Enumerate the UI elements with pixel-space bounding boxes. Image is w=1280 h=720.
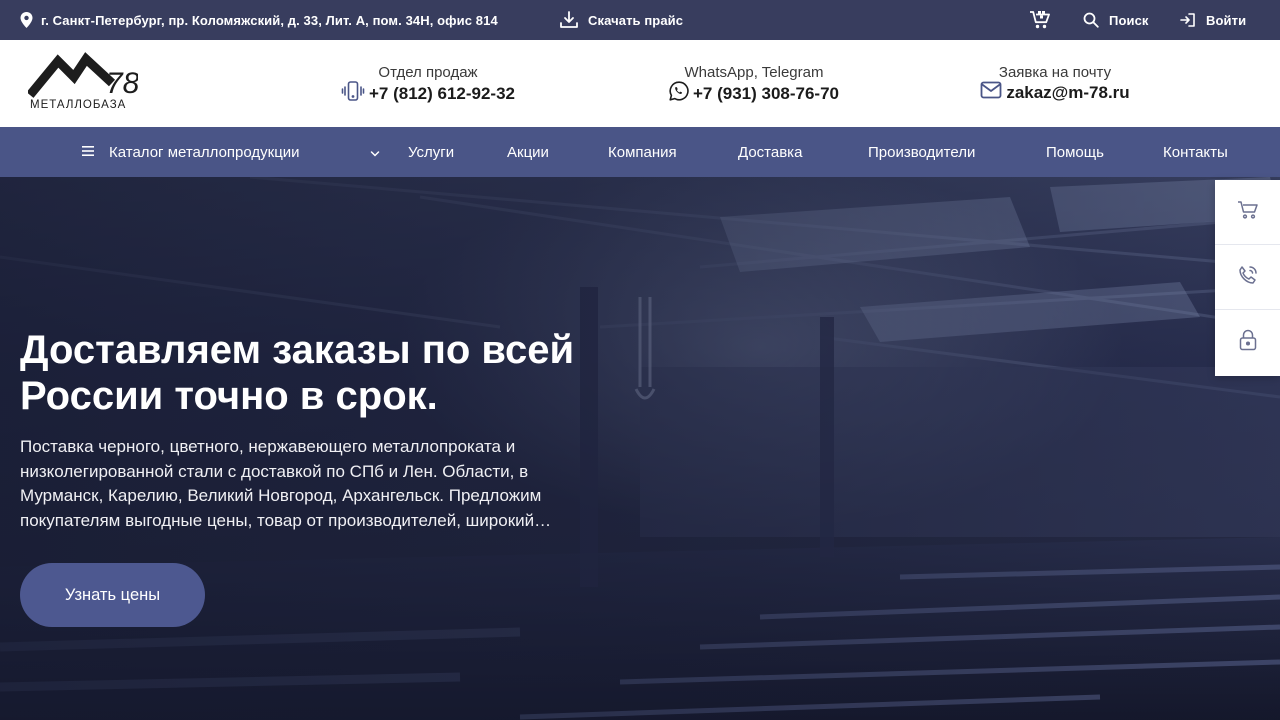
nav-item-manufacturers[interactable]: Производители: [868, 127, 975, 177]
hero-banner: Доставляем заказы по всей России точно в…: [0, 177, 1280, 720]
top-bar: г. Санкт-Петербург, пр. Коломяжский, д. …: [0, 0, 1280, 40]
login-link[interactable]: Войти: [1180, 0, 1246, 40]
side-panel: [1215, 180, 1280, 376]
hero-title: Доставляем заказы по всей России точно в…: [20, 328, 575, 418]
logo-mark: 78: [26, 52, 140, 100]
messengers-label: WhatsApp, Telegram: [684, 64, 824, 81]
nav-item-contacts[interactable]: Контакты: [1163, 127, 1228, 177]
nav-catalog[interactable]: Каталог металлопродукции: [82, 127, 380, 177]
logo-text: МЕТАЛЛОБАЗА: [30, 99, 127, 111]
whatsapp-icon: [669, 81, 689, 107]
header: 78 МЕТАЛЛОБАЗА Отдел продаж +7 (812) 612…: [0, 40, 1280, 127]
email-address[interactable]: zakaz@m-78.ru: [1006, 82, 1129, 104]
nav-item-promotions[interactable]: Акции: [507, 127, 549, 177]
download-icon: [560, 11, 588, 29]
login-icon: [1180, 12, 1206, 28]
side-cart-button[interactable]: [1215, 180, 1280, 245]
menu-icon: [82, 144, 96, 161]
nav-item-help[interactable]: Помощь: [1046, 127, 1104, 177]
cart-icon: [1237, 200, 1259, 225]
email-label: Заявка на почту: [998, 64, 1112, 81]
login-label: Войти: [1206, 12, 1247, 28]
search-label: Поиск: [1109, 12, 1149, 28]
envelope-icon: [980, 81, 1002, 105]
nav-item-company[interactable]: Компания: [608, 127, 677, 177]
nav-catalog-label: Каталог металлопродукции: [109, 143, 300, 161]
address: г. Санкт-Петербург, пр. Коломяжский, д. …: [20, 0, 498, 40]
search-link[interactable]: Поиск: [1083, 0, 1149, 40]
download-price-label: Скачать прайс: [588, 12, 684, 28]
messengers-phone[interactable]: +7 (931) 308-76-70: [693, 83, 839, 105]
address-text: г. Санкт-Петербург, пр. Коломяжский, д. …: [41, 12, 498, 28]
cart-icon: [1030, 10, 1050, 30]
chevron-down-icon: [370, 144, 380, 161]
messengers-contact: WhatsApp, Telegram +7 (931) 308-76-70: [644, 64, 864, 107]
lock-icon: [1239, 329, 1257, 356]
sales-label: Отдел продаж: [378, 64, 478, 81]
cart-link[interactable]: [1030, 0, 1050, 40]
sales-phone[interactable]: +7 (812) 612-92-32: [369, 83, 515, 105]
phone-call-icon: [1237, 264, 1259, 291]
side-login-button[interactable]: [1215, 310, 1280, 375]
side-callback-button[interactable]: [1215, 245, 1280, 310]
logo[interactable]: 78 МЕТАЛЛОБАЗА: [26, 47, 140, 115]
hero-description: Поставка черного, цветного, нержавеющего…: [20, 437, 552, 530]
search-icon: [1083, 12, 1109, 28]
main-nav: Каталог металлопродукции Услуги Акции Ко…: [0, 127, 1280, 177]
location-pin-icon: [20, 12, 41, 28]
logo-number: 78: [106, 67, 138, 99]
learn-prices-button[interactable]: Узнать цены: [20, 563, 205, 627]
nav-item-services[interactable]: Услуги: [408, 127, 454, 177]
nav-item-delivery[interactable]: Доставка: [738, 127, 802, 177]
sales-contact: Отдел продаж +7 (812) 612-92-32: [318, 64, 538, 107]
email-contact: Заявка на почту zakaz@m-78.ru: [950, 64, 1160, 105]
phone-vibrate-icon: [341, 81, 365, 107]
download-price-link[interactable]: Скачать прайс: [560, 0, 683, 40]
